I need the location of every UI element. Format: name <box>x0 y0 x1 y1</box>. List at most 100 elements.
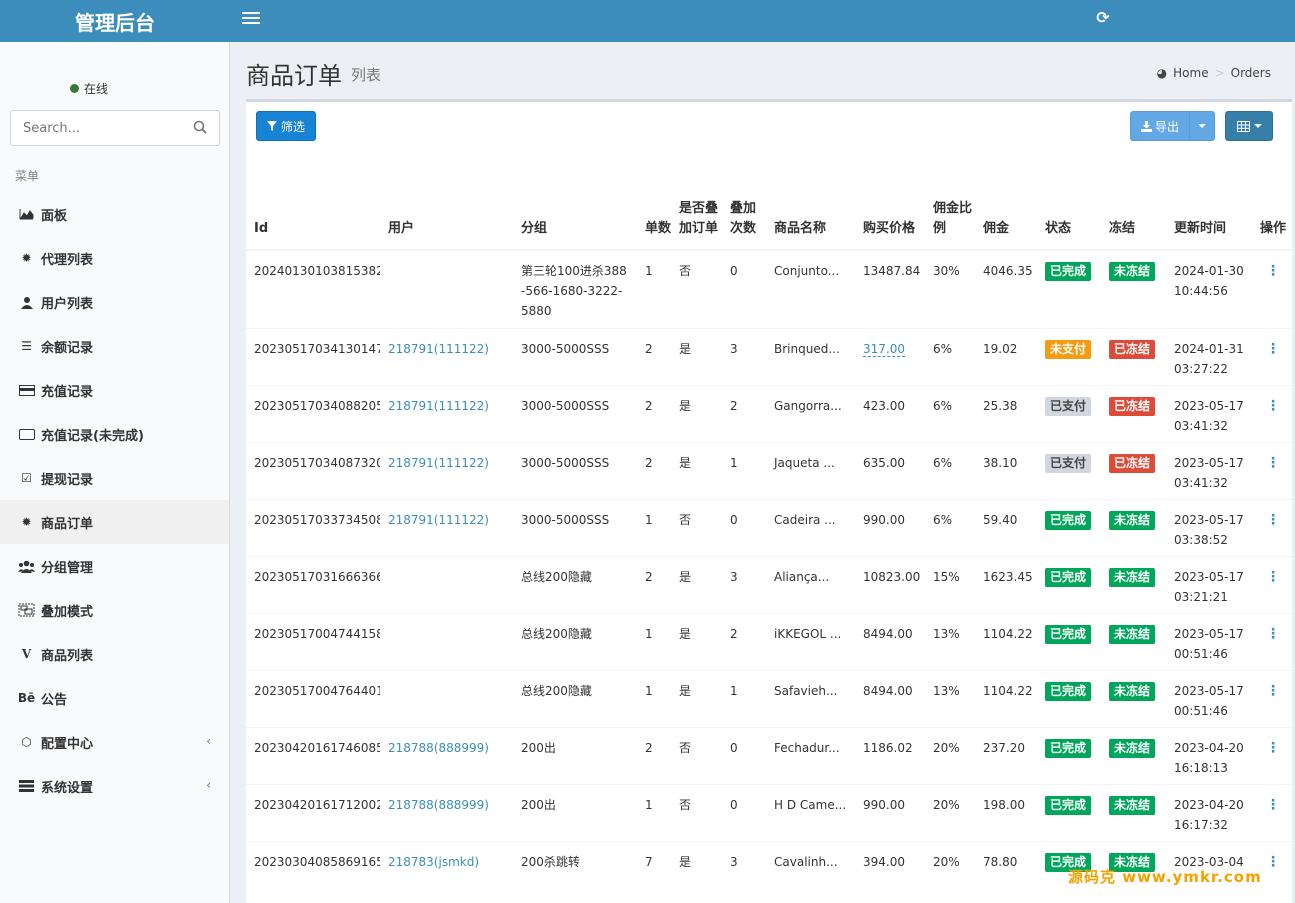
sidebar-item-overlay-mode[interactable]: 叠加模式 <box>0 588 229 632</box>
logo[interactable]: 管理后台 <box>0 0 230 42</box>
column-header[interactable]: 更新时间 <box>1166 152 1252 251</box>
column-header[interactable]: 单数 <box>637 152 671 251</box>
updated-clock: 03:41:32 <box>1174 475 1228 490</box>
column-header[interactable]: 商品名称 <box>766 152 855 251</box>
sidebar-item-products[interactable]: V 商品列表 <box>0 632 229 676</box>
sidebar-item-recharge-pending[interactable]: 充值记录(未完成) <box>0 412 229 456</box>
actions-cell: ⋮ <box>1252 783 1292 841</box>
sidebar-item-withdraw[interactable]: ☑ 提现记录 <box>0 456 229 500</box>
updated-date: 2023-05-17 <box>1174 569 1244 584</box>
sidebar-item-groups[interactable]: 分组管理 <box>0 544 229 588</box>
sidebar-item-orders[interactable]: ✹ 商品订单 <box>0 500 229 544</box>
area-chart-icon <box>18 206 35 223</box>
users-icon <box>18 558 35 575</box>
check-square-icon: ☑ <box>21 471 32 485</box>
product-name: Jaqueta ... <box>766 441 855 499</box>
overlay-times: 3 <box>722 327 766 385</box>
column-header[interactable]: 冻结 <box>1101 152 1166 251</box>
overlay-times: 0 <box>722 726 766 784</box>
refresh-icon[interactable]: ⟳ <box>1094 9 1112 27</box>
online-status: 在线 <box>70 80 108 97</box>
column-header[interactable]: 分组 <box>513 152 637 251</box>
sidebar-item-agents[interactable]: ✹ 代理列表 <box>0 236 229 280</box>
more-actions-icon[interactable]: ⋮ <box>1260 512 1280 528</box>
more-actions-icon[interactable]: ⋮ <box>1260 341 1280 357</box>
group: 3000-5000SSS <box>513 498 637 556</box>
more-actions-icon[interactable]: ⋮ <box>1260 854 1280 870</box>
status-badge: 未支付 <box>1045 339 1092 359</box>
orders-panel: 筛选 导出 Id 用户 分组 单数 是否叠加订单 叠加次数 商品名称 购买价格 … <box>246 99 1292 903</box>
sidebar-item-config[interactable]: ⬡ 配置中心 ‹ <box>0 720 229 764</box>
sidebar-item-recharge[interactable]: 充值记录 <box>0 368 229 412</box>
user-link[interactable]: 218783(jsmkd) <box>388 855 479 869</box>
updated-time: 2023-05-17 03:38:52 <box>1166 498 1252 556</box>
column-header[interactable]: 用户 <box>380 152 513 251</box>
commission-rate: 6% <box>925 441 975 499</box>
sidebar-item-dashboard[interactable]: 面板 <box>0 192 229 236</box>
columns-toggle-button[interactable] <box>1225 111 1273 141</box>
price-cell: 8494.00 <box>855 669 925 727</box>
column-header[interactable]: 叠加次数 <box>722 152 766 251</box>
page-title: 商品订单 <box>246 62 342 90</box>
more-actions-icon[interactable]: ⋮ <box>1260 398 1280 414</box>
frozen-badge: 未冻结 <box>1109 567 1156 587</box>
commission: 19.02 <box>975 327 1037 385</box>
overlay-times: 3 <box>722 840 766 898</box>
updated-date: 2024-01-31 <box>1174 341 1244 356</box>
order-id: 20230517034088205 <box>246 384 380 442</box>
user-link[interactable]: 218788(888999) <box>388 741 489 755</box>
user-link[interactable]: 218791(111122) <box>388 513 489 527</box>
status-cell: 已完成 <box>1037 783 1101 841</box>
more-actions-icon[interactable]: ⋮ <box>1260 797 1280 813</box>
breadcrumb-home[interactable]: Home <box>1173 66 1208 80</box>
user-link[interactable]: 218788(888999) <box>388 798 489 812</box>
frozen-badge: 未冻结 <box>1109 624 1156 644</box>
actions-cell: ⋮ <box>1252 669 1292 727</box>
chevron-left-icon: ‹ <box>206 778 211 792</box>
sidebar-item-users[interactable]: 用户列表 <box>0 280 229 324</box>
updated-time: 2024-01-31 03:27:22 <box>1166 327 1252 385</box>
export-dropdown-button[interactable] <box>1189 111 1215 141</box>
updated-clock: 00:51:46 <box>1174 646 1228 661</box>
more-actions-icon[interactable]: ⋮ <box>1260 740 1280 756</box>
more-actions-icon[interactable]: ⋮ <box>1260 626 1280 642</box>
more-actions-icon[interactable]: ⋮ <box>1260 455 1280 471</box>
commission: 4046.35 <box>975 249 1037 328</box>
order-id: 20230304085869165 <box>246 840 380 898</box>
sidebar-item-notice[interactable]: Bē 公告 <box>0 676 229 720</box>
updated-time: 2024-01-30 10:44:56 <box>1166 249 1252 328</box>
column-header[interactable]: 是否叠加订单 <box>671 152 722 251</box>
sidebar-toggle-icon[interactable] <box>242 9 260 27</box>
price-editable[interactable]: 317.00 <box>863 341 905 357</box>
commission: 1104.22 <box>975 669 1037 727</box>
more-actions-icon[interactable]: ⋮ <box>1260 569 1280 585</box>
status-cell: 已完成 <box>1037 249 1101 328</box>
column-header[interactable]: Id <box>246 152 380 251</box>
actions-cell: ⋮ <box>1252 726 1292 784</box>
user-link[interactable]: 218791(111122) <box>388 399 489 413</box>
filter-button[interactable]: 筛选 <box>256 111 316 141</box>
download-icon <box>1140 120 1152 132</box>
table-row: 20240130103815382 第三轮100进杀388-566-1680-3… <box>246 249 1292 328</box>
column-header[interactable]: 购买价格 <box>855 152 925 251</box>
updated-date: 2023-04-20 <box>1174 740 1244 755</box>
updated-date: 2023-05-17 <box>1174 683 1244 698</box>
column-header[interactable]: 佣金 <box>975 152 1037 251</box>
export-button[interactable]: 导出 <box>1130 111 1190 141</box>
column-header[interactable]: 佣金比例 <box>925 152 975 251</box>
sidebar-item-balance[interactable]: ☰ 余额记录 <box>0 324 229 368</box>
user-link[interactable]: 218791(111122) <box>388 456 489 470</box>
caret-down-icon <box>1198 124 1206 128</box>
search-input[interactable] <box>11 111 181 145</box>
more-actions-icon[interactable]: ⋮ <box>1260 683 1280 699</box>
user-cell <box>380 612 513 670</box>
more-actions-icon[interactable]: ⋮ <box>1260 263 1280 279</box>
column-header[interactable]: 状态 <box>1037 152 1101 251</box>
search-icon[interactable] <box>193 120 207 134</box>
frozen-badge: 已冻结 <box>1109 339 1156 359</box>
updated-date: 2023-05-17 <box>1174 455 1244 470</box>
sidebar-search <box>10 110 220 146</box>
user-link[interactable]: 218791(111122) <box>388 342 489 356</box>
overlay-times: 0 <box>722 498 766 556</box>
sidebar-item-settings[interactable]: 系统设置 ‹ <box>0 764 229 808</box>
